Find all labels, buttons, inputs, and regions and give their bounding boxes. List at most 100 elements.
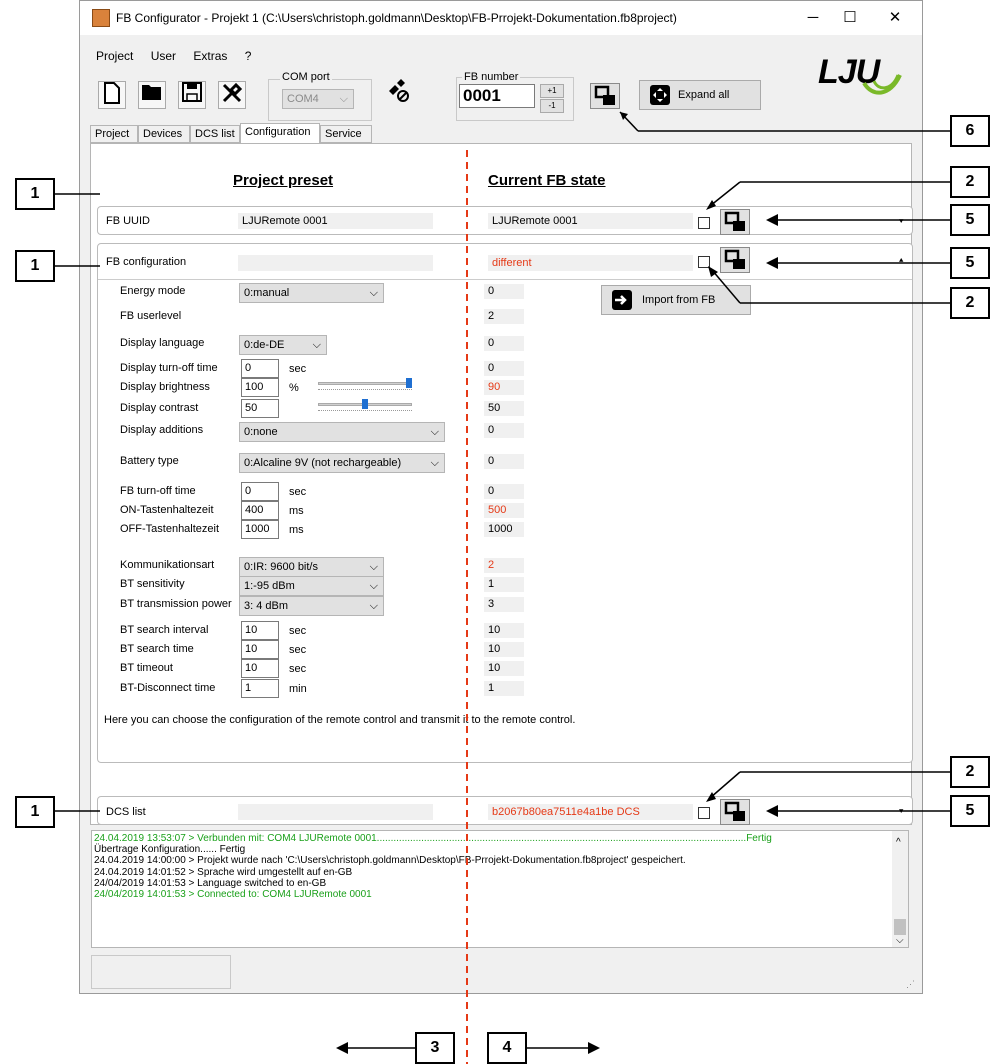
- expand-row-icon[interactable]: ⯆: [898, 807, 904, 817]
- expand-all-button[interactable]: Expand all: [639, 80, 761, 110]
- resize-grip-icon[interactable]: ⋰: [906, 979, 915, 990]
- project-preset-heading: Project preset: [233, 172, 334, 189]
- fb-uuid-transfer-button[interactable]: [720, 209, 750, 235]
- setting-input[interactable]: 1: [241, 679, 279, 698]
- import-from-fb-label: Import from FB: [642, 294, 716, 306]
- setting-select[interactable]: 3: 4 dBm ⌵: [239, 596, 384, 616]
- setting-input[interactable]: 0: [241, 359, 279, 378]
- callout-2: 2: [950, 756, 990, 788]
- setting-unit: sec: [289, 625, 307, 637]
- setting-input[interactable]: 50: [241, 399, 279, 418]
- setting-input[interactable]: 400: [241, 501, 279, 520]
- setting-label: Display contrast: [120, 402, 199, 414]
- callout-2: 2: [950, 287, 990, 319]
- open-folder-icon[interactable]: [138, 81, 166, 109]
- setting-select[interactable]: 0:none ⌵: [239, 422, 445, 442]
- setting-select-value: 1:-95 dBm: [244, 580, 295, 592]
- setting-unit: sec: [289, 663, 307, 675]
- fb-configuration-checkbox[interactable]: [698, 256, 710, 268]
- fb-configuration-transfer-button[interactable]: [720, 247, 750, 273]
- menu-user[interactable]: User: [151, 49, 176, 63]
- scroll-down-icon[interactable]: ⌵: [896, 935, 904, 946]
- setting-label: Display language: [120, 337, 205, 349]
- tab-devices[interactable]: Devices: [138, 125, 190, 143]
- setting-current-value: 1000: [484, 522, 524, 537]
- row-divider: [98, 279, 912, 280]
- close-button[interactable]: ✕: [880, 7, 910, 29]
- setting-label: BT transmission power: [120, 598, 232, 610]
- tab-configuration[interactable]: Configuration: [240, 123, 320, 144]
- expand-all-label: Expand all: [678, 89, 730, 101]
- com-port-value: COM4: [287, 93, 319, 105]
- setting-label: FB turn-off time: [120, 485, 196, 497]
- setting-select-value: 0:Alcaline 9V (not rechargeable): [244, 457, 402, 469]
- fb-uuid-preset: LJURemote 0001: [238, 213, 433, 229]
- decrement-button[interactable]: -1: [540, 99, 564, 113]
- tab-project[interactable]: Project: [90, 125, 138, 143]
- setting-select[interactable]: 1:-95 dBm ⌵: [239, 576, 384, 596]
- maximize-button[interactable]: ☐: [835, 7, 865, 29]
- setting-select[interactable]: 0:IR: 9600 bit/s ⌵: [239, 557, 384, 577]
- increment-button[interactable]: +1: [540, 84, 564, 98]
- setting-select-value: 0:manual: [244, 287, 290, 299]
- arrowhead: [588, 1042, 600, 1054]
- setting-select[interactable]: 0:Alcaline 9V (not rechargeable) ⌵: [239, 453, 445, 473]
- menu-extras[interactable]: Extras: [193, 49, 227, 63]
- brightness-slider[interactable]: [318, 382, 412, 385]
- collapse-row-icon[interactable]: ⯅: [898, 256, 904, 266]
- scroll-thumb[interactable]: [894, 919, 906, 935]
- tools-icon[interactable]: [218, 81, 246, 109]
- setting-unit: min: [289, 683, 307, 695]
- dcs-list-label: DCS list: [106, 806, 146, 818]
- contrast-slider-thumb[interactable]: [362, 399, 368, 409]
- com-port-select[interactable]: COM4 ⌵: [282, 89, 354, 109]
- log-scrollbar[interactable]: ^ ⌵: [892, 831, 908, 947]
- log-line: 24.04.2019 14:00:00 > Projekt wurde nach…: [94, 855, 686, 867]
- log-line: 24.04.2019 13:53:07 > Verbunden mit: COM…: [94, 833, 772, 844]
- setting-input[interactable]: 10: [241, 621, 279, 640]
- setting-input[interactable]: 0: [241, 482, 279, 501]
- transfer-icon: [594, 85, 615, 105]
- setting-label: Display brightness: [120, 381, 210, 393]
- setting-label: Kommunikationsart: [120, 559, 215, 571]
- dcs-list-transfer-button[interactable]: [720, 799, 750, 825]
- setting-current-value: 10: [484, 642, 524, 657]
- minimize-button[interactable]: ─: [798, 7, 828, 29]
- setting-label: Display turn-off time: [120, 362, 218, 374]
- menu-help[interactable]: ?: [245, 49, 252, 63]
- dcs-list-checkbox[interactable]: [698, 807, 710, 819]
- setting-select-value: 0:none: [244, 426, 278, 438]
- callout-5: 5: [950, 204, 990, 236]
- tab-service[interactable]: Service: [320, 125, 372, 143]
- window-title: FB Configurator - Projekt 1 (C:\Users\ch…: [116, 11, 677, 25]
- setting-unit: sec: [289, 644, 307, 656]
- menu-project[interactable]: Project: [96, 49, 133, 63]
- setting-select[interactable]: 0:de-DE ⌵: [239, 335, 327, 355]
- setting-label: BT-Disconnect time: [120, 682, 216, 694]
- fb-uuid-row: FB UUID LJURemote 0001 LJURemote 0001 ⯆: [97, 206, 913, 235]
- new-file-icon[interactable]: [98, 81, 126, 109]
- chevron-down-icon: ⌵: [339, 93, 348, 105]
- setting-input[interactable]: 1000: [241, 520, 279, 539]
- setting-current-value: 2: [484, 558, 524, 573]
- chevron-down-icon: ⌵: [430, 426, 439, 438]
- setting-select[interactable]: 0:manual ⌵: [239, 283, 384, 303]
- expand-row-icon[interactable]: ⯆: [898, 217, 904, 227]
- setting-select-value: 0:IR: 9600 bit/s: [244, 561, 318, 573]
- disconnect-icon[interactable]: [384, 77, 412, 105]
- tab-dcs-list[interactable]: DCS list: [190, 125, 240, 143]
- import-from-fb-button[interactable]: Import from FB: [601, 285, 751, 315]
- scroll-up-icon[interactable]: ^: [896, 837, 901, 848]
- setting-current-value: 1: [484, 577, 524, 592]
- setting-input[interactable]: 100: [241, 378, 279, 397]
- fb-uuid-checkbox[interactable]: [698, 217, 710, 229]
- brightness-slider-thumb[interactable]: [406, 378, 412, 388]
- transfer-all-button[interactable]: [590, 83, 620, 109]
- callout-1: 1: [15, 178, 55, 210]
- callout-2: 2: [950, 166, 990, 198]
- setting-input[interactable]: 10: [241, 659, 279, 678]
- fb-number-input[interactable]: 0001: [459, 84, 535, 108]
- log-line: Übertrage Konfiguration...... Fertig: [94, 844, 246, 856]
- save-icon[interactable]: [178, 81, 206, 109]
- setting-input[interactable]: 10: [241, 640, 279, 659]
